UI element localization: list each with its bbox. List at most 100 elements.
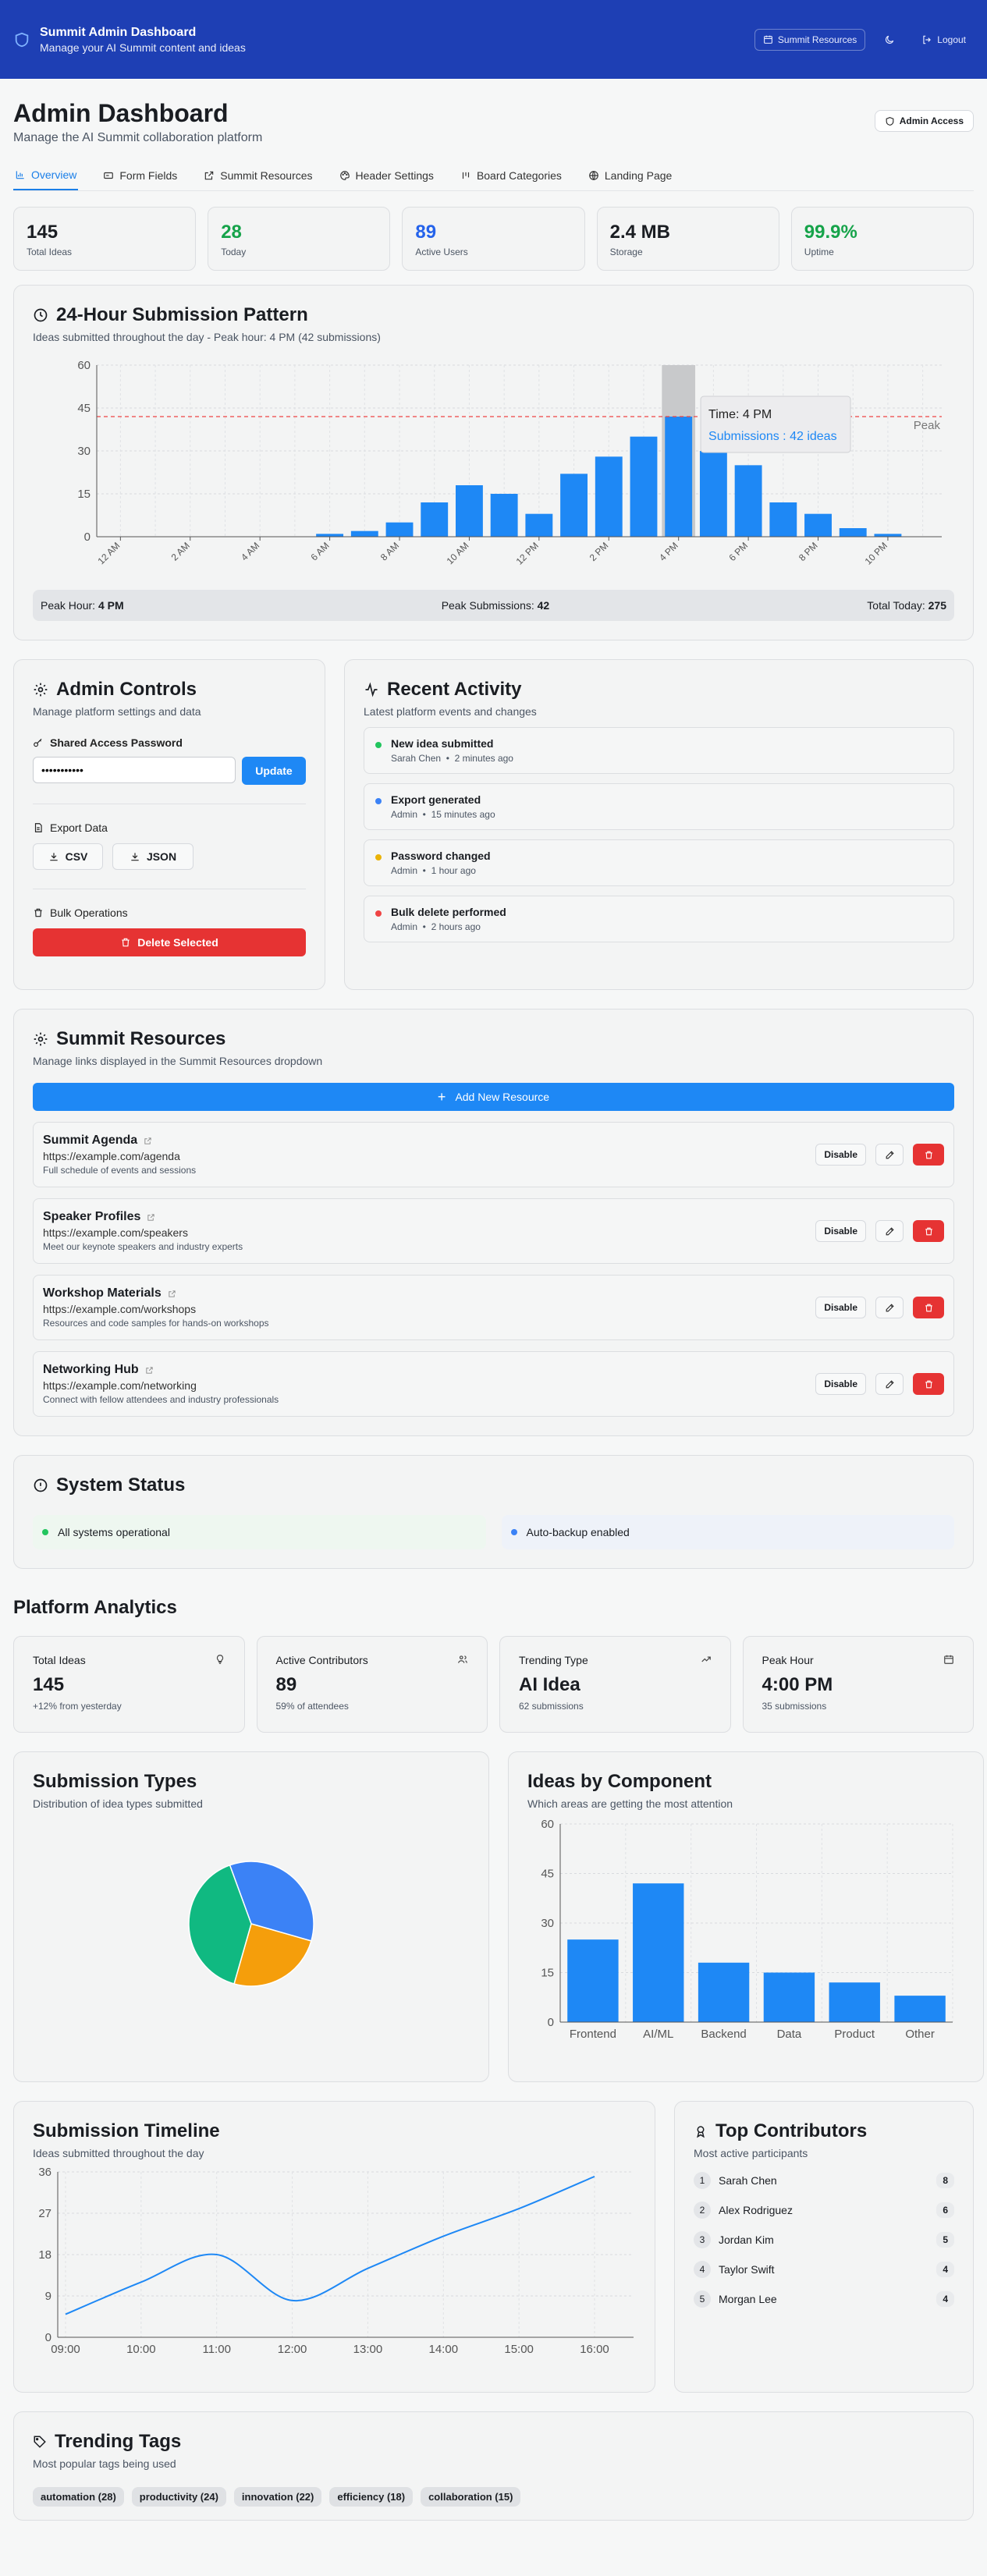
csv-label: CSV bbox=[65, 850, 88, 863]
tab-form-fields[interactable]: Form Fields bbox=[101, 165, 179, 190]
contributor-name: Morgan Lee bbox=[719, 2293, 777, 2305]
bulk-label-text: Bulk Operations bbox=[50, 907, 128, 919]
theme-toggle-button[interactable] bbox=[876, 30, 903, 50]
tab-label: Summit Resources bbox=[220, 169, 313, 182]
brand: Summit Admin Dashboard Manage your AI Su… bbox=[13, 26, 246, 54]
x-tick-label: 12:00 bbox=[278, 2343, 307, 2356]
bar bbox=[630, 436, 658, 537]
admin-activity-row: Admin Controls Manage platform settings … bbox=[13, 659, 974, 990]
delete-button[interactable] bbox=[913, 1297, 944, 1318]
kanban-icon bbox=[462, 172, 470, 179]
export-csv-button[interactable]: CSV bbox=[33, 843, 103, 870]
delete-button[interactable] bbox=[913, 1144, 944, 1166]
tag-chip[interactable]: efficiency (18) bbox=[329, 2487, 414, 2507]
edit-icon bbox=[886, 1303, 894, 1311]
clock-icon bbox=[34, 308, 48, 322]
components-desc: Which areas are getting the most attenti… bbox=[527, 1797, 733, 1810]
summit-resources-button[interactable]: Summit Resources bbox=[754, 28, 866, 51]
gear-icon bbox=[34, 683, 48, 697]
resource-name-row: Networking Hub bbox=[43, 1363, 279, 1377]
x-tick-label: AI/ML bbox=[643, 2028, 673, 2041]
tag-chip[interactable]: productivity (24) bbox=[131, 2487, 226, 2507]
tag-chip[interactable]: innovation (22) bbox=[233, 2487, 322, 2507]
x-tick-label: 16:00 bbox=[580, 2343, 609, 2356]
activity-item: Export generated Admin • 15 minutes ago bbox=[364, 783, 954, 830]
resource-url: https://example.com/workshops bbox=[43, 1303, 197, 1315]
edit-button[interactable] bbox=[875, 1373, 904, 1395]
activity-title: Bulk delete performed bbox=[391, 906, 506, 918]
bar bbox=[829, 1982, 880, 2022]
top-bar: Summit Admin Dashboard Manage your AI Su… bbox=[0, 0, 987, 79]
delete-button[interactable] bbox=[913, 1373, 944, 1395]
pattern-summary: Peak Hour: 4 PM Peak Submissions: 42 Tot… bbox=[33, 590, 954, 621]
export-json-button[interactable]: JSON bbox=[112, 843, 193, 870]
peak-reference-label: Peak bbox=[914, 419, 941, 432]
submission-timeline-card: Submission Timeline Ideas submitted thro… bbox=[13, 2101, 655, 2393]
tags-desc: Most popular tags being used bbox=[33, 2457, 176, 2470]
bar bbox=[894, 1996, 946, 2022]
admin-controls-card: Admin Controls Manage platform settings … bbox=[13, 659, 325, 990]
export-label: Export Data bbox=[33, 821, 306, 834]
bar-chart-icon bbox=[16, 171, 24, 179]
moon-icon bbox=[886, 35, 894, 44]
tab-overview[interactable]: Overview bbox=[13, 165, 79, 190]
analytics-label: Trending Type bbox=[519, 1654, 588, 1666]
card-title: Admin Controls bbox=[33, 679, 306, 701]
delete-button[interactable] bbox=[913, 1220, 944, 1242]
card-title: 24-Hour Submission Pattern bbox=[33, 304, 954, 326]
palette-icon bbox=[339, 171, 350, 180]
tab-header-settings[interactable]: Header Settings bbox=[338, 165, 435, 190]
activity-meta: Admin • 2 hours ago bbox=[391, 921, 481, 932]
bar bbox=[665, 417, 693, 537]
status-dot bbox=[375, 910, 382, 917]
resource-item: Workshop Materials https://example.com/wo… bbox=[33, 1275, 954, 1340]
x-tick-label: Backend bbox=[701, 2028, 746, 2041]
update-button[interactable]: Update bbox=[242, 757, 306, 785]
admin-title: Admin Controls bbox=[56, 679, 197, 700]
disable-button[interactable]: Disable bbox=[815, 1297, 866, 1318]
logout-button[interactable]: Logout bbox=[914, 30, 974, 50]
resource-item: Summit Agenda https://example.com/agenda F… bbox=[33, 1122, 954, 1187]
total-label: Total Today: bbox=[867, 599, 925, 612]
contributor-name: Taylor Swift bbox=[719, 2263, 775, 2276]
password-input[interactable] bbox=[33, 757, 236, 783]
delete-selected-button[interactable]: Delete Selected bbox=[33, 928, 306, 956]
plus-icon: + bbox=[437, 1088, 446, 1105]
edit-icon bbox=[886, 1150, 894, 1158]
tab-board-categories[interactable]: Board Categories bbox=[459, 165, 563, 190]
tooltip-box bbox=[700, 396, 851, 453]
contributor-name: Jordan Kim bbox=[719, 2234, 774, 2246]
tab-bar: Overview Form Fields Summit Resources He… bbox=[13, 165, 974, 191]
resources-desc: Manage links displayed in the Summit Res… bbox=[33, 1055, 323, 1067]
trending-up-icon bbox=[701, 1656, 711, 1662]
y-tick-label: 30 bbox=[541, 1917, 554, 1930]
tooltip-time: Time: 4 PM bbox=[708, 408, 772, 421]
stat-card: 28 Today bbox=[208, 207, 391, 271]
activity-time: 2 hours ago bbox=[431, 921, 481, 932]
activity-meta: Admin • 1 hour ago bbox=[391, 865, 476, 876]
disable-button[interactable]: Disable bbox=[815, 1220, 866, 1242]
activity-title: Password changed bbox=[391, 850, 491, 862]
bar bbox=[763, 1972, 815, 2022]
tab-landing-page[interactable]: Landing Page bbox=[587, 165, 673, 190]
disable-button[interactable]: Disable bbox=[815, 1373, 866, 1395]
disable-button[interactable]: Disable bbox=[815, 1144, 866, 1166]
status-item-operational: All systems operational bbox=[33, 1515, 486, 1549]
bulk-label: Bulk Operations bbox=[33, 907, 306, 919]
y-tick-label: 45 bbox=[77, 402, 91, 415]
edit-button[interactable] bbox=[875, 1297, 904, 1318]
edit-button[interactable] bbox=[875, 1220, 904, 1242]
external-link-icon bbox=[205, 171, 214, 180]
edit-button[interactable] bbox=[875, 1144, 904, 1166]
logout-icon bbox=[923, 35, 932, 44]
file-icon bbox=[34, 823, 42, 832]
tag-chip[interactable]: collaboration (15) bbox=[421, 2487, 521, 2507]
x-tick-label: 8 PM bbox=[797, 540, 820, 563]
top-contributors-card: Top Contributors Most active participant… bbox=[674, 2101, 974, 2393]
contributor-row: 3 Jordan Kim 5 bbox=[694, 2231, 954, 2248]
tab-summit-resources[interactable]: Summit Resources bbox=[202, 165, 314, 190]
x-tick-label: 10 PM bbox=[863, 540, 889, 566]
contributors-desc: Most active participants bbox=[694, 2147, 808, 2159]
tag-chip[interactable]: automation (28) bbox=[33, 2487, 124, 2507]
add-resource-button[interactable]: + Add New Resource bbox=[33, 1083, 954, 1111]
